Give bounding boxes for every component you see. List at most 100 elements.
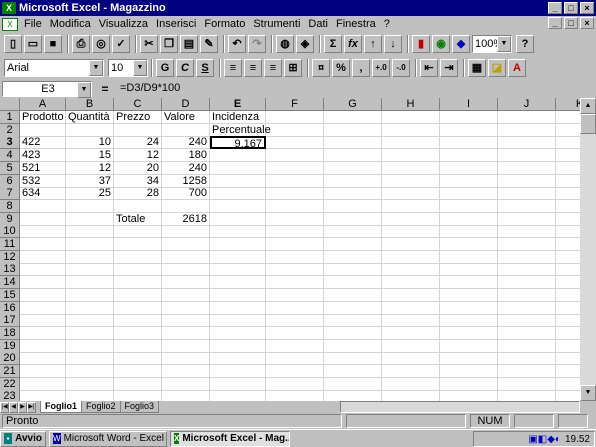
cell-a21[interactable] (20, 365, 66, 378)
cell-d4[interactable]: 180 (162, 149, 210, 163)
row-header-4[interactable]: 4 (0, 149, 20, 163)
first-sheet-icon[interactable]: |◀ (0, 401, 9, 413)
cell-h13[interactable] (382, 263, 440, 277)
tab-foglio3[interactable]: Foglio3 (119, 401, 160, 413)
formula-input[interactable]: =D3/D9*100 (118, 81, 596, 97)
row-header-6[interactable]: 6 (0, 174, 20, 188)
cell-b8[interactable] (66, 199, 114, 213)
increase-decimal-icon[interactable]: +.0 (372, 59, 390, 77)
cell-d5[interactable]: 240 (162, 161, 210, 175)
cell-j1[interactable] (498, 111, 556, 124)
cell-d2[interactable] (162, 123, 210, 137)
cell-b20[interactable] (66, 352, 114, 366)
cell-i20[interactable] (440, 352, 498, 366)
cell-b12[interactable] (66, 250, 114, 264)
cell-j21[interactable] (498, 365, 556, 378)
cell-c4[interactable]: 12 (114, 149, 162, 163)
cell-j13[interactable] (498, 263, 556, 277)
cell-c20[interactable] (114, 352, 162, 366)
cell-d10[interactable] (162, 225, 210, 239)
cell-a13[interactable] (20, 263, 66, 277)
row-header-11[interactable]: 11 (0, 238, 20, 251)
cell-a4[interactable]: 423 (20, 149, 66, 163)
row-header-3[interactable]: 3 (0, 136, 20, 150)
cell-h2[interactable] (382, 123, 440, 137)
cell-b10[interactable] (66, 225, 114, 239)
cell-i23[interactable] (440, 390, 498, 401)
merge-center-icon[interactable]: ⊞ (284, 59, 302, 77)
equals-sign[interactable]: = (92, 82, 118, 96)
cell-e21[interactable] (210, 365, 266, 378)
cell-c16[interactable] (114, 301, 162, 315)
cell-a10[interactable] (20, 225, 66, 239)
cell-g7[interactable] (324, 187, 382, 201)
decrease-decimal-icon[interactable]: -.0 (392, 59, 410, 77)
cell-a18[interactable] (20, 326, 66, 340)
cell-f6[interactable] (266, 174, 324, 188)
spelling-icon[interactable]: ✓ (112, 35, 130, 53)
cell-c12[interactable] (114, 250, 162, 264)
cell-g23[interactable] (324, 390, 382, 401)
cut-icon[interactable]: ✂ (140, 35, 158, 53)
row-header-5[interactable]: 5 (0, 161, 20, 175)
cell-h23[interactable] (382, 390, 440, 401)
cell-g3[interactable] (324, 136, 382, 150)
cell-b3[interactable]: 10 (66, 136, 114, 150)
cell-e19[interactable] (210, 339, 266, 353)
cell-c3[interactable]: 24 (114, 136, 162, 150)
cell-j5[interactable] (498, 161, 556, 175)
cell-c2[interactable] (114, 123, 162, 137)
cell-i6[interactable] (440, 174, 498, 188)
cell-f23[interactable] (266, 390, 324, 401)
cell-d14[interactable] (162, 276, 210, 290)
cell-j7[interactable] (498, 187, 556, 201)
scroll-down-icon[interactable]: ▼ (580, 385, 596, 401)
cell-i19[interactable] (440, 339, 498, 353)
row-header-8[interactable]: 8 (0, 199, 20, 213)
row-header-7[interactable]: 7 (0, 187, 20, 201)
cell-g4[interactable] (324, 149, 382, 163)
cell-b17[interactable] (66, 314, 114, 328)
maximize-button[interactable]: □ (564, 2, 578, 14)
cell-b21[interactable] (66, 365, 114, 378)
cell-i4[interactable] (440, 149, 498, 163)
cell-e16[interactable] (210, 301, 266, 315)
cell-i21[interactable] (440, 365, 498, 378)
cell-c14[interactable] (114, 276, 162, 290)
prev-sheet-icon[interactable]: ◀ (9, 401, 18, 413)
cell-b15[interactable] (66, 288, 114, 302)
cell-h22[interactable] (382, 377, 440, 391)
cell-d18[interactable] (162, 326, 210, 340)
drawing-icon[interactable]: ◆ (452, 35, 470, 53)
cell-i5[interactable] (440, 161, 498, 175)
cell-c1[interactable]: Prezzo (114, 111, 162, 124)
cell-i15[interactable] (440, 288, 498, 302)
cell-e6[interactable] (210, 174, 266, 188)
cell-j4[interactable] (498, 149, 556, 163)
column-header-b[interactable]: B (66, 98, 114, 111)
print-preview-icon[interactable]: ◎ (92, 35, 110, 53)
cell-g15[interactable] (324, 288, 382, 302)
cell-e4[interactable] (210, 149, 266, 163)
percent-button[interactable]: % (332, 59, 350, 77)
cell-g5[interactable] (324, 161, 382, 175)
row-header-1[interactable]: 1 (0, 111, 20, 124)
row-header-22[interactable]: 22 (0, 377, 20, 391)
cell-h4[interactable] (382, 149, 440, 163)
zoom-select[interactable]: 100% ▼ (472, 35, 512, 53)
cell-e5[interactable] (210, 161, 266, 175)
cell-c7[interactable]: 28 (114, 187, 162, 201)
cell-i8[interactable] (440, 199, 498, 213)
row-header-2[interactable]: 2 (0, 123, 20, 137)
column-header-a[interactable]: A (20, 98, 66, 111)
cell-a17[interactable] (20, 314, 66, 328)
menu-dati[interactable]: Dati (304, 18, 332, 30)
cell-c19[interactable] (114, 339, 162, 353)
cell-g16[interactable] (324, 301, 382, 315)
cell-f20[interactable] (266, 352, 324, 366)
cell-b1[interactable]: Quantità (66, 111, 114, 124)
cell-e2[interactable]: Percentuale (210, 123, 271, 137)
cell-j2[interactable] (498, 123, 556, 137)
cell-b11[interactable] (66, 238, 114, 251)
column-header-f[interactable]: F (266, 98, 324, 111)
